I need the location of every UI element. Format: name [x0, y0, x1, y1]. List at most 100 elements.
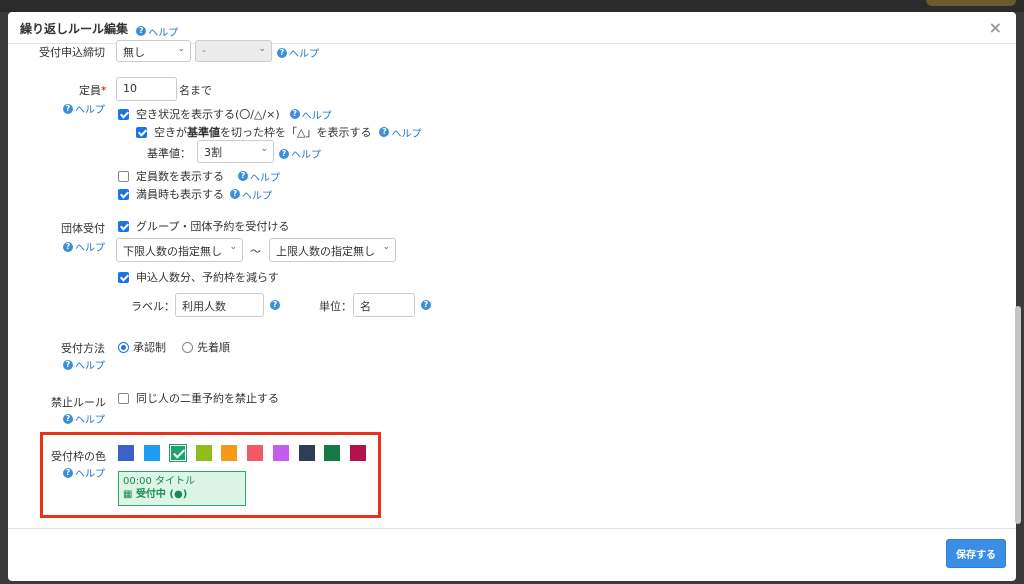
- capacity-input[interactable]: 10: [116, 77, 177, 101]
- base-value-help-link[interactable]: ? ヘルプ: [279, 146, 321, 161]
- show-status-label: 空き状況を表示する(〇/△/×): [136, 108, 280, 121]
- method-help-link[interactable]: ? ヘルプ: [63, 357, 105, 372]
- show-status-checkbox[interactable]: [118, 108, 129, 120]
- base-value-select[interactable]: 3割 ⌄: [197, 140, 274, 163]
- threshold-row: 空きが基準値を切った枠を「△」を表示する ? ヘルプ: [136, 124, 421, 140]
- highlight-box: [40, 432, 381, 518]
- save-button[interactable]: 保存する: [946, 539, 1006, 568]
- group-accept-row: グループ・団体予約を受付ける: [118, 218, 289, 234]
- range-tilde: 〜: [250, 245, 261, 258]
- capacity-help-link[interactable]: ? ヘルプ: [63, 101, 105, 116]
- help-icon: ?: [289, 109, 300, 119]
- help-text: ヘルプ: [148, 27, 179, 39]
- group-accept-label: グループ・団体予約を受付ける: [136, 220, 290, 233]
- help-text: ヘルプ: [250, 172, 280, 184]
- chevron-down-icon: ⌄: [382, 242, 390, 252]
- show-status-row: 空き状況を表示する(〇/△/×) ? ヘルプ: [118, 106, 332, 122]
- help-text: ヘルプ: [291, 150, 321, 161]
- help-icon: ?: [279, 148, 289, 159]
- group-unit-prefix: 単位：: [319, 300, 352, 313]
- backdrop: [0, 0, 1024, 12]
- scrollbar-thumb[interactable]: [1015, 306, 1021, 524]
- help-icon: ?: [63, 241, 73, 252]
- group-min-value: 下限人数の指定無し: [123, 245, 222, 258]
- base-value-text: 3割: [204, 146, 222, 159]
- capacity-suffix: 名まで: [179, 84, 212, 97]
- ban-double-checkbox[interactable]: [118, 392, 129, 404]
- dialog-help-link[interactable]: ? ヘルプ: [136, 24, 178, 39]
- help-icon: ?: [63, 103, 73, 114]
- help-text: ヘルプ: [301, 110, 332, 122]
- show-full-help-link[interactable]: ? ヘルプ: [230, 187, 272, 202]
- help-text: ヘルプ: [75, 415, 105, 426]
- help-icon: ?: [63, 359, 73, 370]
- help-text: ヘルプ: [75, 105, 105, 116]
- group-unit-help[interactable]: ?: [421, 300, 431, 310]
- method-firstcome-label: 先着順: [197, 341, 230, 354]
- ban-help-link[interactable]: ? ヘルプ: [63, 411, 105, 426]
- chevron-down-icon: ⌄: [260, 144, 268, 154]
- backdrop-button: [926, 0, 1016, 6]
- help-text: ヘルプ: [75, 361, 105, 372]
- ban-label: 禁止ルール: [51, 396, 106, 409]
- deadline-help-link[interactable]: ? ヘルプ: [277, 45, 319, 60]
- dialog-title: 繰り返しルール編集 ? ヘルプ: [20, 20, 178, 39]
- group-min-select[interactable]: 下限人数の指定無し ⌄: [116, 238, 243, 262]
- ban-double-label: 同じ人の二重予約を禁止する: [136, 392, 279, 405]
- chevron-down-icon: ⌄: [229, 242, 237, 252]
- group-help-link[interactable]: ? ヘルプ: [63, 239, 105, 254]
- method-options: 承認制 先着順: [118, 339, 230, 355]
- help-icon: ?: [421, 300, 431, 310]
- method-approval-radio[interactable]: [118, 341, 129, 353]
- help-icon: ?: [277, 47, 287, 58]
- chevron-down-icon: ⌄: [258, 44, 266, 54]
- help-text: ヘルプ: [289, 49, 319, 60]
- group-accept-checkbox[interactable]: [118, 220, 129, 232]
- show-count-help-link[interactable]: ? ヘルプ: [238, 169, 280, 184]
- threshold-checkbox[interactable]: [136, 126, 147, 138]
- dialog-footer: 保存する: [8, 528, 1016, 569]
- show-count-label: 定員数を表示する: [136, 170, 224, 183]
- help-icon: ?: [270, 300, 280, 310]
- show-status-help-link[interactable]: ? ヘルプ: [289, 107, 332, 122]
- group-reduce-row: 申込人数分、予約枠を減らす: [118, 269, 279, 285]
- deadline-label: 受付申込締切: [39, 46, 105, 59]
- required-mark: *: [101, 84, 107, 97]
- help-icon: ?: [136, 26, 147, 36]
- help-icon: ?: [230, 189, 240, 199]
- group-reduce-checkbox[interactable]: [118, 271, 129, 283]
- show-full-row: 満員時も表示する ? ヘルプ: [118, 186, 272, 202]
- dialog-title-text: 繰り返しルール編集: [20, 22, 129, 36]
- threshold-prefix: 空きが: [154, 126, 187, 139]
- ban-row: 同じ人の二重予約を禁止する: [118, 390, 279, 406]
- method-label: 受付方法: [61, 342, 105, 355]
- help-text: ヘルプ: [75, 243, 105, 254]
- help-text: ヘルプ: [242, 190, 272, 202]
- capacity-label-text: 定員: [79, 84, 101, 97]
- group-max-value: 上限人数の指定無し: [276, 245, 375, 258]
- help-text: ヘルプ: [391, 128, 422, 140]
- group-label: 団体受付: [61, 222, 105, 235]
- threshold-bold: 基準値: [187, 126, 220, 139]
- deadline-select-value: 無し: [123, 46, 145, 59]
- deadline-select[interactable]: 無し ⌄: [116, 40, 191, 62]
- group-reduce-label: 申込人数分、予約枠を減らす: [136, 271, 279, 284]
- deadline-detail-select[interactable]: - ⌄: [195, 40, 272, 62]
- group-label-input[interactable]: 利用人数: [175, 293, 264, 317]
- show-full-label: 満員時も表示する: [136, 188, 224, 201]
- base-value-label: 基準値：: [147, 147, 191, 160]
- show-count-checkbox[interactable]: [118, 170, 129, 182]
- group-label-prefix: ラベル：: [131, 300, 175, 313]
- group-label-help[interactable]: ?: [270, 300, 280, 310]
- threshold-help-link[interactable]: ? ヘルプ: [379, 125, 421, 140]
- group-max-select[interactable]: 上限人数の指定無し ⌄: [269, 238, 396, 262]
- help-icon: ?: [63, 413, 73, 424]
- help-icon: ?: [379, 127, 390, 137]
- method-firstcome-radio[interactable]: [182, 341, 193, 353]
- deadline-detail-value: -: [202, 44, 206, 57]
- group-unit-input[interactable]: 名: [353, 293, 415, 317]
- show-full-checkbox[interactable]: [118, 188, 129, 200]
- threshold-suffix: を切った枠を「△」を表示する: [220, 126, 372, 139]
- close-icon[interactable]: ×: [989, 20, 1002, 36]
- threshold-label: 空きが基準値を切った枠を「△」を表示する: [154, 124, 371, 140]
